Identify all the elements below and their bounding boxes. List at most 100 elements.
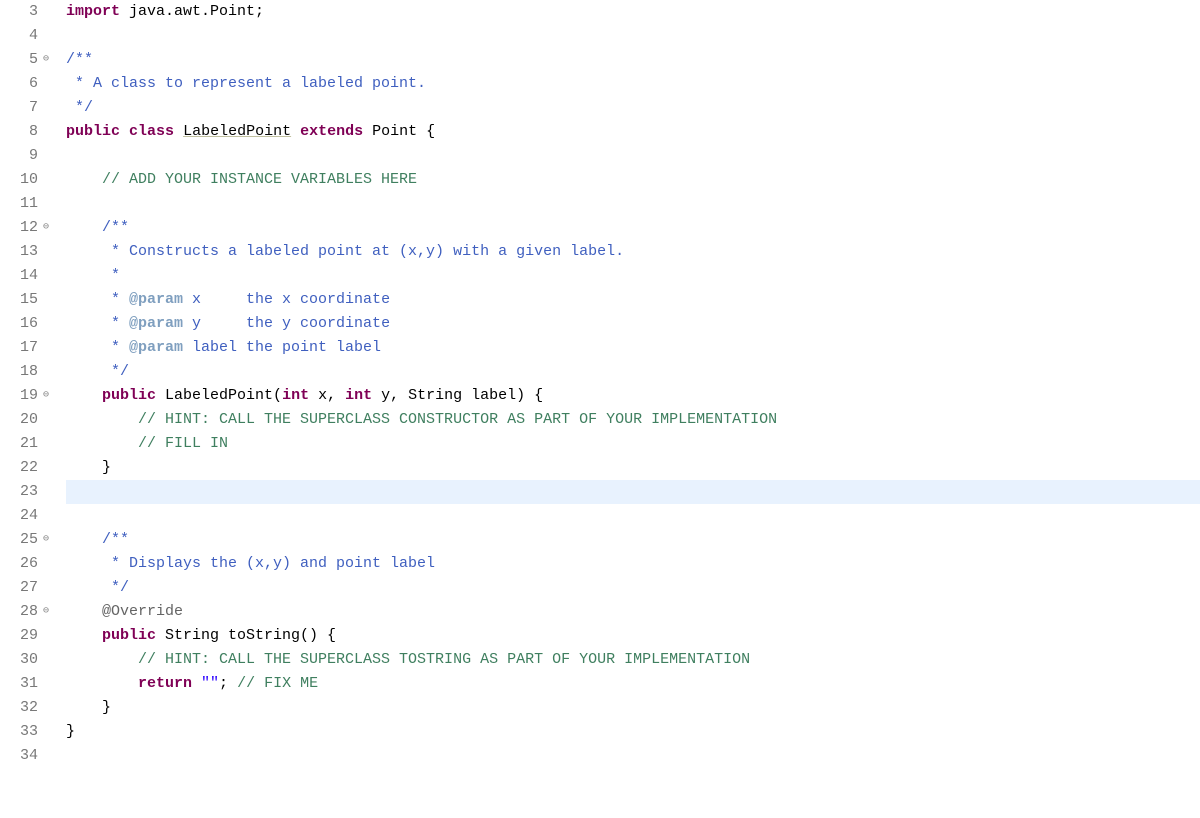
javadoc: * Constructs a labeled point at (x,y) wi… (66, 243, 624, 260)
fold-toggle-icon[interactable]: ⊖ (40, 606, 52, 618)
class-name: LabeledPoint (183, 123, 291, 140)
line-number: 23 (0, 480, 38, 504)
code-line[interactable]: */ (66, 576, 1200, 600)
line-number: 20 (0, 408, 38, 432)
code-line[interactable]: */ (66, 96, 1200, 120)
code-line[interactable]: * Constructs a labeled point at (x,y) wi… (66, 240, 1200, 264)
code-line[interactable] (66, 192, 1200, 216)
line-number: 21 (0, 432, 38, 456)
code-line[interactable]: @Override (66, 600, 1200, 624)
line-number: 31 (0, 672, 38, 696)
code-editor[interactable]: import java.awt.Point; /** * A class to … (44, 0, 1200, 768)
line-number: 8 (0, 120, 38, 144)
code-line[interactable]: /** (66, 48, 1200, 72)
line-number: 33 (0, 720, 38, 744)
code-line[interactable]: import java.awt.Point; (66, 0, 1200, 24)
code-line[interactable]: // ADD YOUR INSTANCE VARIABLES HERE (66, 168, 1200, 192)
code-line[interactable]: * @param label the point label (66, 336, 1200, 360)
code-line[interactable]: * Displays the (x,y) and point label (66, 552, 1200, 576)
string-literal: "" (192, 675, 219, 692)
keyword: public (102, 627, 156, 644)
code-line[interactable]: * (66, 264, 1200, 288)
code-line[interactable]: } (66, 696, 1200, 720)
code-line[interactable] (66, 504, 1200, 528)
line-number: 11 (0, 192, 38, 216)
javadoc: * Displays the (x,y) and point label (66, 555, 435, 572)
line-number: 7 (0, 96, 38, 120)
keyword: int (282, 387, 309, 404)
code-line[interactable]: /** (66, 528, 1200, 552)
line-number: 28⊖ (0, 600, 38, 624)
keyword: import (66, 3, 120, 20)
fold-toggle-icon[interactable]: ⊖ (40, 222, 52, 234)
line-number: 9 (0, 144, 38, 168)
code-line[interactable] (66, 24, 1200, 48)
line-number-gutter: 3 4 5⊖ 6 7 8 9 10 11 12⊖ 13 14 15 16 17 … (0, 0, 44, 768)
line-number: 10 (0, 168, 38, 192)
keyword: int (345, 387, 372, 404)
code-line[interactable]: // HINT: CALL THE SUPERCLASS CONSTRUCTOR… (66, 408, 1200, 432)
comment: // FIX ME (237, 675, 318, 692)
comment: // HINT: CALL THE SUPERCLASS CONSTRUCTOR… (66, 411, 777, 428)
line-number: 5⊖ (0, 48, 38, 72)
code-line-current[interactable] (66, 480, 1200, 504)
code-line[interactable]: public class LabeledPoint extends Point … (66, 120, 1200, 144)
keyword: class (129, 123, 174, 140)
code-line[interactable]: * @param y the y coordinate (66, 312, 1200, 336)
javadoc-tag: @param (129, 291, 183, 308)
comment: // HINT: CALL THE SUPERCLASS TOSTRING AS… (66, 651, 750, 668)
keyword: extends (300, 123, 363, 140)
code-line[interactable]: */ (66, 360, 1200, 384)
line-number: 6 (0, 72, 38, 96)
javadoc-tag: @param (129, 315, 183, 332)
line-number: 34 (0, 744, 38, 768)
code-line[interactable]: } (66, 720, 1200, 744)
code-line[interactable]: public LabeledPoint(int x, int y, String… (66, 384, 1200, 408)
javadoc: /** (66, 51, 93, 68)
javadoc: /** (66, 531, 129, 548)
line-number: 15 (0, 288, 38, 312)
line-number: 22 (0, 456, 38, 480)
javadoc: */ (66, 579, 129, 596)
line-number: 18 (0, 360, 38, 384)
annotation: @Override (102, 603, 183, 620)
code-line[interactable]: * @param x the x coordinate (66, 288, 1200, 312)
line-number: 19⊖ (0, 384, 38, 408)
code-line[interactable]: } (66, 456, 1200, 480)
code-line[interactable]: return ""; // FIX ME (66, 672, 1200, 696)
code-line[interactable]: // FILL IN (66, 432, 1200, 456)
fold-toggle-icon[interactable]: ⊖ (40, 54, 52, 66)
line-number: 3 (0, 0, 38, 24)
line-number: 24 (0, 504, 38, 528)
comment: // FILL IN (66, 435, 228, 452)
code-text: java.awt.Point; (120, 3, 264, 20)
javadoc: * A class to represent a labeled point. (66, 75, 426, 92)
javadoc: */ (66, 363, 129, 380)
javadoc-tag: @param (129, 339, 183, 356)
code-line[interactable]: * A class to represent a labeled point. (66, 72, 1200, 96)
line-number: 26 (0, 552, 38, 576)
comment: // ADD YOUR INSTANCE VARIABLES HERE (66, 171, 417, 188)
line-number: 13 (0, 240, 38, 264)
line-number: 29 (0, 624, 38, 648)
code-line[interactable]: /** (66, 216, 1200, 240)
parent-class: Point (372, 123, 417, 140)
keyword: public (102, 387, 156, 404)
line-number: 16 (0, 312, 38, 336)
javadoc: */ (66, 99, 93, 116)
line-number: 12⊖ (0, 216, 38, 240)
code-line[interactable]: public String toString() { (66, 624, 1200, 648)
line-number: 4 (0, 24, 38, 48)
line-number: 25⊖ (0, 528, 38, 552)
code-line[interactable] (66, 144, 1200, 168)
keyword: return (138, 675, 192, 692)
javadoc: /** (66, 219, 129, 236)
fold-toggle-icon[interactable]: ⊖ (40, 390, 52, 402)
javadoc: * (66, 267, 120, 284)
code-line[interactable] (66, 744, 1200, 768)
fold-toggle-icon[interactable]: ⊖ (40, 534, 52, 546)
line-number: 30 (0, 648, 38, 672)
line-number: 32 (0, 696, 38, 720)
code-line[interactable]: // HINT: CALL THE SUPERCLASS TOSTRING AS… (66, 648, 1200, 672)
keyword: public (66, 123, 120, 140)
